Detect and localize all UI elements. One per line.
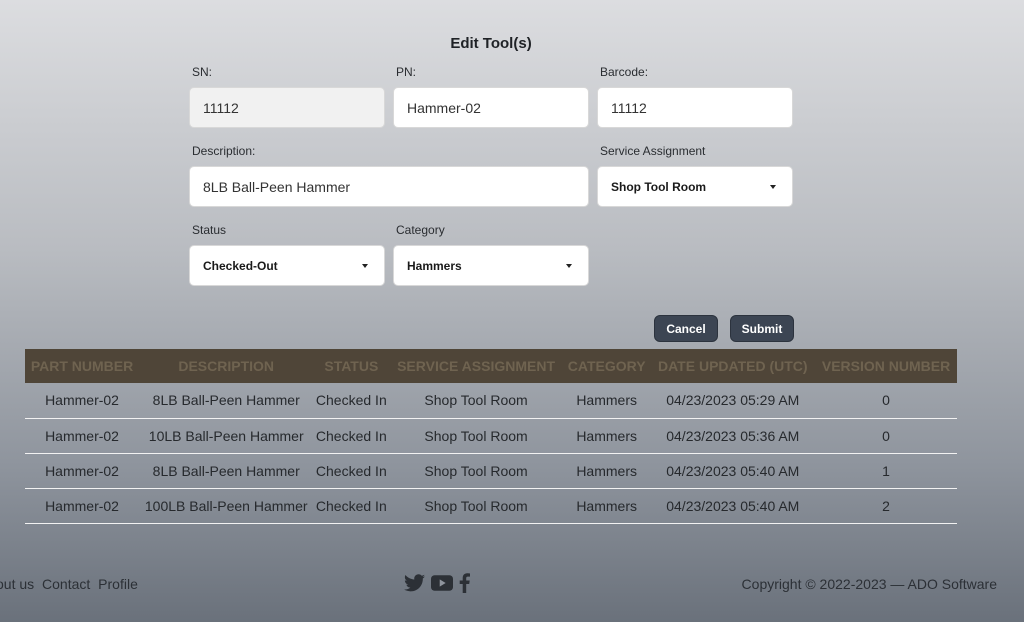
column-header[interactable]: PART NUMBER — [25, 349, 139, 383]
twitter-icon[interactable] — [404, 574, 425, 592]
cell-description: 8LB Ball-Peen Hammer — [139, 383, 314, 419]
table-row[interactable]: Hammer-02 10LB Ball-Peen Hammer Checked … — [25, 418, 957, 454]
youtube-icon[interactable] — [431, 575, 453, 591]
cell-category: Hammers — [562, 488, 651, 524]
footer-link-profile[interactable]: Profile — [98, 576, 138, 592]
description-field[interactable]: 8LB Ball-Peen Hammer — [189, 166, 589, 207]
cell-part-number: Hammer-02 — [25, 383, 140, 419]
cell-date-updated: 04/23/2023 05:40 AM — [650, 453, 816, 489]
cancel-button[interactable]: Cancel — [654, 315, 718, 342]
sn-value: 11112 — [203, 99, 239, 116]
category-value: Hammers — [407, 258, 462, 273]
pn-label: PN: — [396, 65, 417, 79]
status-label: Status — [192, 223, 227, 237]
cell-version: 0 — [815, 418, 957, 454]
copyright-text: Copyright © 2022-2023 — ADO Software — [741, 576, 997, 592]
tool-history-table: PART NUMBER DESCRIPTION STATUS SERVICE A… — [25, 349, 957, 524]
category-select[interactable]: Hammers — [393, 245, 589, 286]
cell-category: Hammers — [562, 383, 651, 419]
cell-part-number: Hammer-02 — [25, 418, 140, 454]
sn-label: SN: — [192, 65, 213, 79]
cell-version: 1 — [815, 453, 957, 489]
column-header[interactable]: STATUS — [313, 349, 389, 383]
table-row[interactable]: Hammer-02 100LB Ball-Peen Hammer Checked… — [25, 488, 957, 524]
cell-service-assignment: Shop Tool Room — [389, 453, 563, 489]
cell-description: 100LB Ball-Peen Hammer — [139, 488, 314, 524]
status-select[interactable]: Checked-Out — [189, 245, 385, 286]
cell-service-assignment: Shop Tool Room — [389, 418, 563, 454]
cell-status: Checked In — [313, 383, 390, 419]
description-label: Description: — [192, 144, 256, 158]
cell-description: 10LB Ball-Peen Hammer — [139, 418, 314, 454]
cell-date-updated: 04/23/2023 05:40 AM — [650, 488, 816, 524]
cell-service-assignment: Shop Tool Room — [389, 383, 563, 419]
status-value: Checked-Out — [203, 258, 278, 273]
service-assignment-select[interactable]: Shop Tool Room — [597, 166, 793, 207]
column-header[interactable]: CATEGORY — [563, 349, 651, 383]
cell-category: Hammers — [562, 453, 651, 489]
description-value: 8LB Ball-Peen Hammer — [203, 178, 351, 195]
footer-link-contact[interactable]: Contact — [42, 576, 90, 592]
cell-date-updated: 04/23/2023 05:29 AM — [650, 383, 816, 419]
page-title: Edit Tool(s) — [450, 35, 532, 52]
pn-value: Hammer-02 — [407, 99, 481, 116]
service-assignment-label: Service Assignment — [600, 144, 706, 158]
chevron-down-icon — [362, 263, 368, 268]
column-header[interactable]: DATE UPDATED (UTC) — [650, 349, 815, 383]
sn-field[interactable]: 11112 — [189, 87, 385, 128]
column-header[interactable]: SERVICE ASSIGNMENT — [389, 349, 563, 383]
cell-version: 0 — [815, 383, 957, 419]
category-label: Category — [396, 223, 445, 237]
footer-link-about[interactable]: out us — [0, 576, 34, 592]
cell-part-number: Hammer-02 — [25, 453, 140, 489]
table-row[interactable]: Hammer-02 8LB Ball-Peen Hammer Checked I… — [25, 383, 957, 419]
table-row[interactable]: Hammer-02 8LB Ball-Peen Hammer Checked I… — [25, 453, 957, 489]
barcode-value: 11112 — [611, 99, 647, 116]
barcode-field[interactable]: 11112 — [597, 87, 793, 128]
cell-status: Checked In — [313, 418, 390, 454]
cell-part-number: Hammer-02 — [25, 488, 140, 524]
submit-button[interactable]: Submit — [730, 315, 794, 342]
chevron-down-icon — [770, 184, 776, 189]
chevron-down-icon — [566, 263, 572, 268]
cell-status: Checked In — [313, 453, 390, 489]
footer-links: out us Contact Profile — [0, 576, 142, 592]
service-assignment-value: Shop Tool Room — [611, 179, 707, 194]
cell-description: 8LB Ball-Peen Hammer — [139, 453, 314, 489]
table-header-row: PART NUMBER DESCRIPTION STATUS SERVICE A… — [25, 349, 957, 383]
social-links — [404, 573, 470, 593]
cell-category: Hammers — [562, 418, 651, 454]
facebook-icon[interactable] — [459, 573, 470, 593]
barcode-label: Barcode: — [600, 65, 649, 79]
pn-field[interactable]: Hammer-02 — [393, 87, 589, 128]
cell-status: Checked In — [313, 488, 390, 524]
column-header[interactable]: DESCRIPTION — [139, 349, 313, 383]
column-header[interactable]: VERSION NUMBER — [815, 349, 957, 383]
cell-date-updated: 04/23/2023 05:36 AM — [650, 418, 816, 454]
cell-service-assignment: Shop Tool Room — [389, 488, 563, 524]
cell-version: 2 — [815, 488, 957, 524]
